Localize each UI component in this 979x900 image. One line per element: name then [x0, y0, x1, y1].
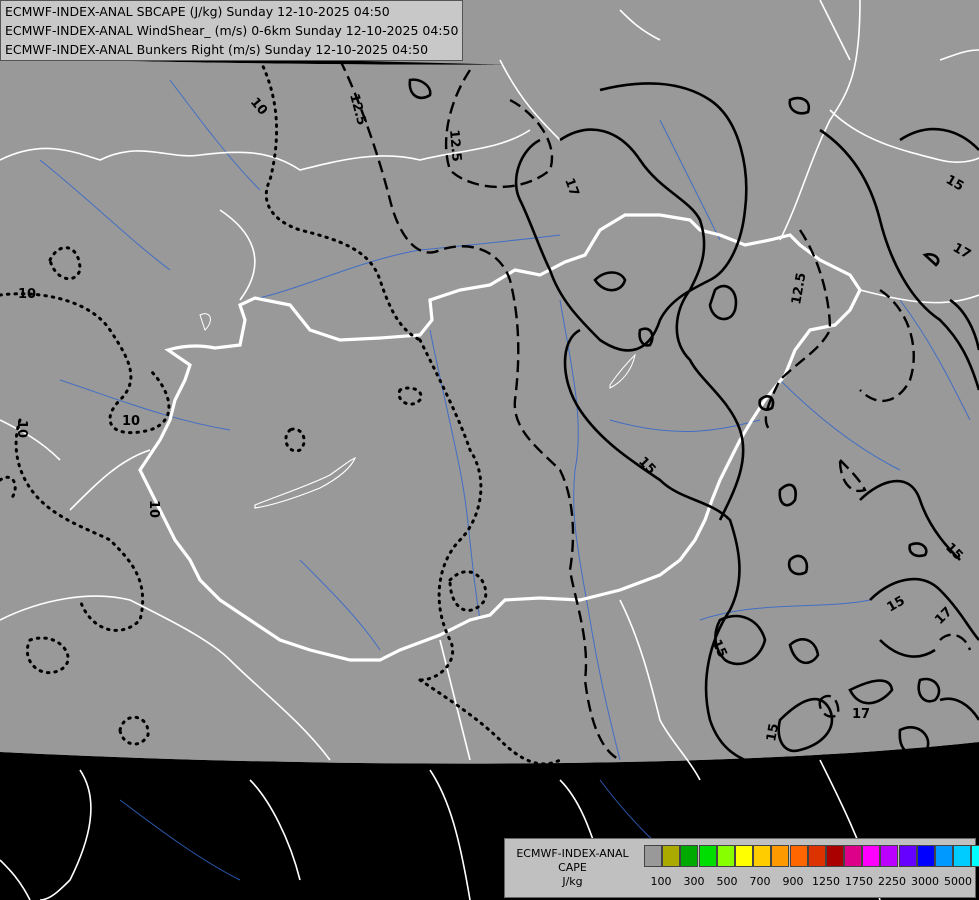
legend-tick-label: 3000 — [911, 875, 939, 888]
legend-swatch — [971, 845, 979, 867]
title-line-bunkers: ECMWF-INDEX-ANAL Bunkers Right (m/s) Sun… — [5, 42, 429, 57]
contour-label-dotted: 10 — [14, 420, 29, 438]
legend-swatch — [844, 845, 863, 867]
data-domain-fill — [0, 52, 979, 764]
legend-tick-label: 100 — [650, 875, 672, 888]
legend-swatch — [880, 845, 899, 867]
color-legend: ECMWF-INDEX-ANAL CAPE J/kg 100 300 500 700 9… — [504, 838, 979, 898]
legend-tick-label: 500 — [716, 875, 738, 888]
legend-swatch — [680, 845, 699, 867]
legend-unit: J/kg — [562, 875, 583, 888]
legend-ticks: 100 300 500 700 900 1250 1750 2250 3000 5000 — [641, 875, 973, 889]
legend-swatch — [698, 845, 717, 867]
weather-map: 10 10 10 10 10 12.5 12.5 12.5 17 15 15 1… — [0, 0, 979, 900]
legend-swatch — [644, 845, 662, 867]
legend-variable: CAPE — [558, 861, 587, 874]
legend-tick-label: 5000 — [944, 875, 972, 888]
title-line-windshear: ECMWF-INDEX-ANAL WindShear_ (m/s) 0-6km … — [5, 23, 459, 38]
legend-swatch — [935, 845, 953, 867]
legend-tick-label: 1750 — [845, 875, 873, 888]
legend-swatch — [789, 845, 808, 867]
legend-swatch — [716, 845, 735, 867]
legend-swatch — [662, 845, 681, 867]
contour-label-solid: 17 — [852, 707, 870, 722]
title-line-sbcape: ECMWF-INDEX-ANAL SBCAPE (J/kg) Sunday 12… — [5, 4, 390, 19]
contour-label-dotted: 10 — [146, 500, 161, 518]
legend-swatch — [825, 845, 844, 867]
legend-swatch — [953, 845, 972, 867]
legend-swatch — [734, 845, 753, 867]
legend-model: ECMWF-INDEX-ANAL — [516, 847, 629, 860]
contour-label-solid: 15 — [764, 722, 782, 742]
legend-swatch — [753, 845, 772, 867]
legend-title: ECMWF-INDEX-ANAL CAPE J/kg — [505, 847, 640, 889]
contour-label-dotted: 10 — [18, 287, 36, 302]
legend-tick-label: 300 — [683, 875, 705, 888]
legend-swatches — [644, 845, 979, 867]
legend-swatch — [862, 845, 881, 867]
legend-tick-label: 2250 — [878, 875, 906, 888]
contour-label-dotted: 10 — [122, 414, 140, 429]
legend-swatch — [916, 845, 935, 867]
contour-label-dashed: 12.5 — [446, 129, 464, 162]
map-title-box: ECMWF-INDEX-ANAL SBCAPE (J/kg) Sunday 12… — [0, 0, 464, 61]
legend-tick-label: 900 — [782, 875, 804, 888]
legend-swatch — [807, 845, 826, 867]
legend-swatch — [898, 845, 917, 867]
legend-tick-label: 1250 — [812, 875, 840, 888]
legend-swatch — [771, 845, 790, 867]
legend-tick-label: 700 — [749, 875, 771, 888]
